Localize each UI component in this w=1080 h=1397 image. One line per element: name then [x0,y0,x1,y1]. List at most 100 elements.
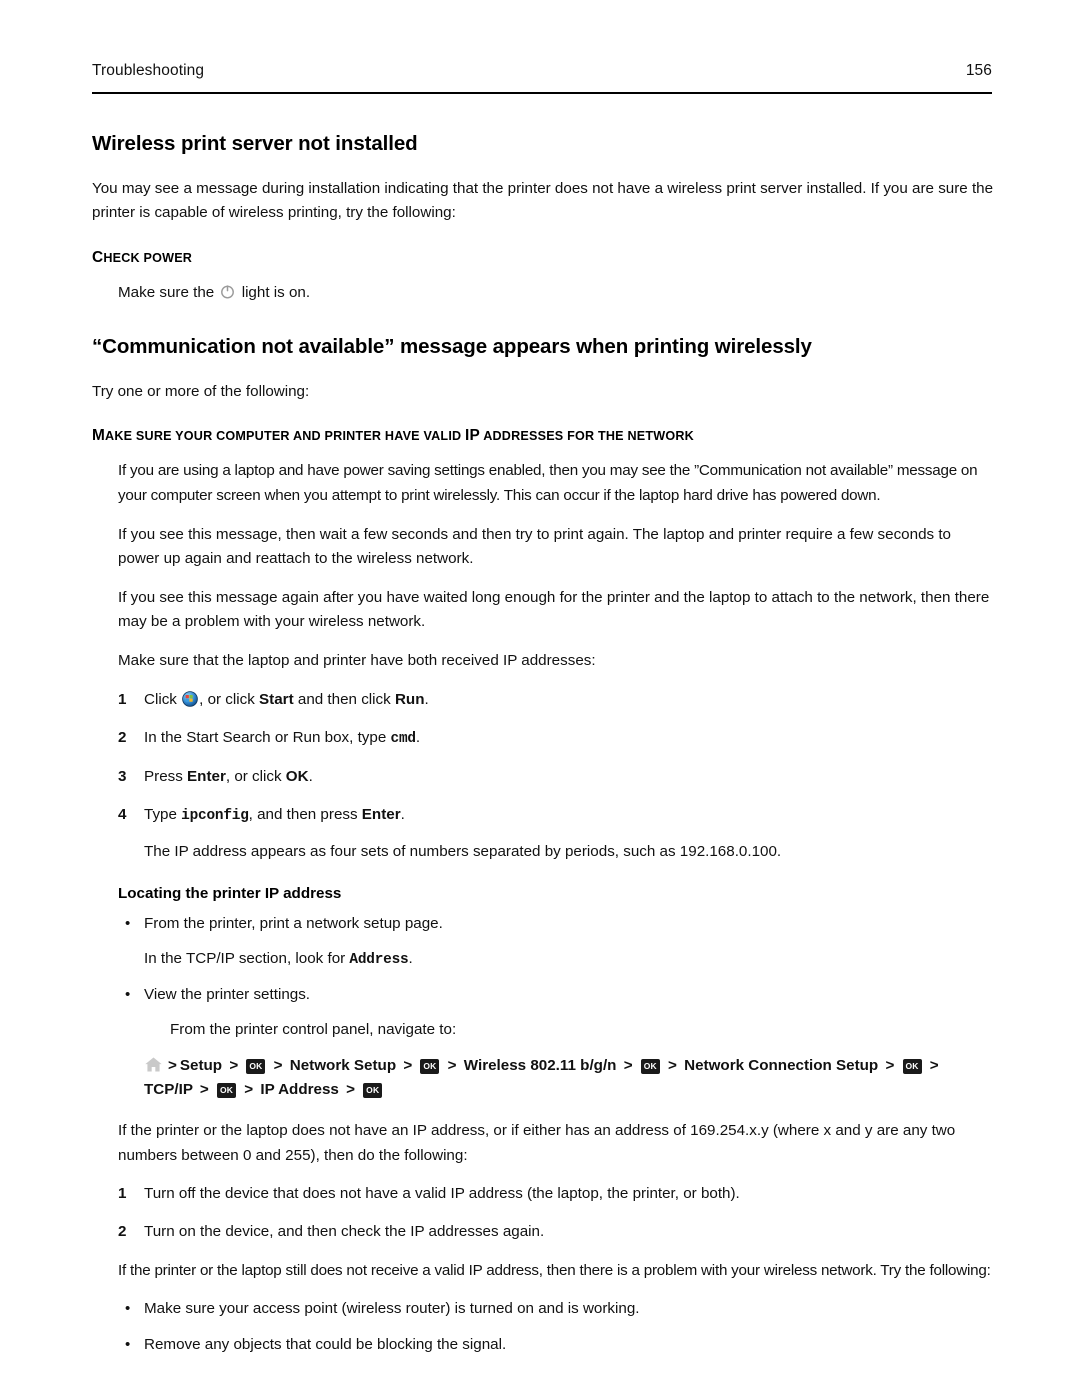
closing-bullet-access-point: • Make sure your access point (wireless r… [92,1297,994,1321]
step-text: Turn on the device, and then check the I… [144,1223,545,1241]
bullet-text: View the printer settings. [144,986,311,1004]
paragraph-wait-few-seconds: If you see this message, then wait a few… [118,525,951,568]
paragraph-power-saving: If you are using a laptop and have power… [118,462,978,504]
paragraph-169-254-address: If the printer or the laptop does not ha… [118,1121,956,1164]
home-icon [144,1055,163,1074]
closing-block: If the printer or the laptop still does … [118,1259,994,1284]
section2-body-block: If you are using a laptop and have power… [118,459,994,673]
step-text-post: . [415,728,421,746]
path-item-wireless-80211: Wireless 802.11 b/g/n [463,1056,617,1074]
power-icon [220,283,235,299]
path-separator: > [273,1056,283,1074]
subhead-ip: IP [465,427,480,445]
bullet-item-view-printer-settings: • View the printer settings. From the pri… [92,983,994,1043]
subhead-rest-2: ADDRESSES FOR THE NETWORK [479,429,694,444]
path-separator: > [403,1056,413,1074]
ok-button-icon: OK [420,1058,440,1074]
path-item-ip-address: IP Address [260,1081,339,1099]
bullet-glyph: • [125,1335,131,1353]
path-separator: > [447,1056,457,1074]
turn-off-on-steps-list: 1 Turn off the device that does not have … [92,1182,994,1245]
check-power-initial: C [92,248,104,266]
ip-check-steps-list: 1 Click , or click Start and then click R… [92,688,994,865]
ok-button-icon: OK [640,1058,660,1074]
check-power-text-before: Make sure the [118,283,219,301]
running-header: Troubleshooting 156 [92,62,992,80]
paragraph-still-no-valid-ip: If the printer or the laptop still does … [118,1261,991,1279]
path-separator: > [244,1081,254,1099]
ok-button-icon: OK [246,1058,266,1074]
subtext-pre: In the TCP/IP section, look for [144,950,350,967]
path-separator: > [229,1056,239,1074]
section-heading-wireless-print-server: Wireless print server not installed [92,132,418,155]
subhead-rest-1: AKE SURE YOUR COMPUTER AND PRINTER HAVE … [105,429,466,444]
section-heading-communication-not-available: “Communication not available” message ap… [92,335,812,359]
subtext-post: . [408,950,413,967]
step-item-2: 2 In the Start Search or Run box, type cm… [92,726,994,751]
header-divider [92,92,992,94]
step-item-1: 1 Click , or click Start and then click R… [92,688,994,712]
step2-item-2: 2 Turn on the device, and then check the … [92,1220,994,1244]
ok-button-icon: OK [363,1083,383,1099]
path-separator: > [623,1056,633,1074]
ok-button-icon: OK [217,1083,237,1099]
step-text-post: . [400,806,405,824]
code-address: Address [349,952,409,968]
step-text-mid: , and then press [248,806,362,824]
page-content: Wireless print server not installed You … [92,132,994,1368]
step-text-post: . [308,768,313,786]
step-text: Turn off the device that does not have a… [144,1185,740,1203]
step-item-3: 3 Press Enter, or click OK. [92,765,994,789]
step-code-ipconfig: ipconfig [181,808,249,825]
paragraph-problem-with-network: If you see this message again after you … [118,588,990,631]
section2-intro-paragraph: Try one or more of the following: [92,382,310,400]
control-panel-navigation-path: > Setup > OK > Network Setup > OK > Wirel… [144,1054,994,1103]
path-separator: > [199,1081,209,1099]
step-code-cmd: cmd [390,730,417,747]
bullet-1-subtext: In the TCP/IP section, look for Address. [144,947,994,972]
step2-item-1: 1 Turn off the device that does not have … [92,1182,994,1206]
path-separator: > [885,1056,895,1074]
header-section-title: Troubleshooting [92,62,205,79]
step-number: 1 [118,1185,127,1203]
step-4-note: The IP address appears as four sets of n… [144,843,782,861]
step-text-post: . [424,690,429,708]
locating-ip-bullet-list: • From the printer, print a network setup… [92,912,994,1043]
path-item-network-setup: Network Setup [289,1056,397,1074]
document-page: Troubleshooting 156 Wireless print serve… [0,0,1080,1397]
bullet-glyph: • [125,986,131,1004]
path-item-setup: Setup [179,1056,223,1074]
path-item-network-connection-setup: Network Connection Setup [684,1056,879,1074]
closing-bullet-remove-objects: • Remove any objects that could be blocki… [92,1333,994,1357]
step-bold-start: Start [259,690,294,708]
subheading-check-power: CHECK POWER [92,248,994,269]
step-number: 1 [118,690,127,708]
step-number: 2 [118,1223,127,1241]
ok-button-icon: OK [902,1058,922,1074]
path-separator: > [168,1056,177,1074]
path-separator: > [929,1056,939,1074]
closing-bullet-list: • Make sure your access point (wireless r… [92,1297,994,1357]
step-text-pre: Press [144,768,188,786]
check-power-rest: HECK POWER [103,250,193,265]
step-bold-ok: OK [285,768,309,786]
step-text-pre: Click [144,690,182,708]
path-separator: > [346,1081,355,1099]
path-item-tcpip: TCP/IP [144,1081,193,1099]
check-power-text-after: light is on. [237,283,311,301]
step-number: 3 [118,768,127,786]
subheading-make-sure-valid-ip: MAKE SURE YOUR COMPUTER AND PRINTER HAVE… [92,426,994,447]
subheading-locating-printer-ip: Locating the printer IP address [118,884,342,902]
step-text-mid: , or click [225,768,286,786]
step-number: 4 [118,806,127,824]
paragraph-make-sure-received-ip: Make sure that the laptop and printer ha… [118,652,596,670]
windows-start-orb-icon [182,690,198,707]
step-text-mid2: and then click [293,690,395,708]
step-text-pre: In the Start Search or Run box, type [144,728,391,746]
path-separator: > [668,1056,677,1074]
header-page-number: 156 [965,62,992,79]
step-item-4: 4 Type ipconfig, and then press Enter. Th… [92,803,994,864]
step-bold-enter: Enter [361,806,401,824]
section1-intro-paragraph: You may see a message during installatio… [92,179,994,222]
step-number: 2 [118,728,127,746]
